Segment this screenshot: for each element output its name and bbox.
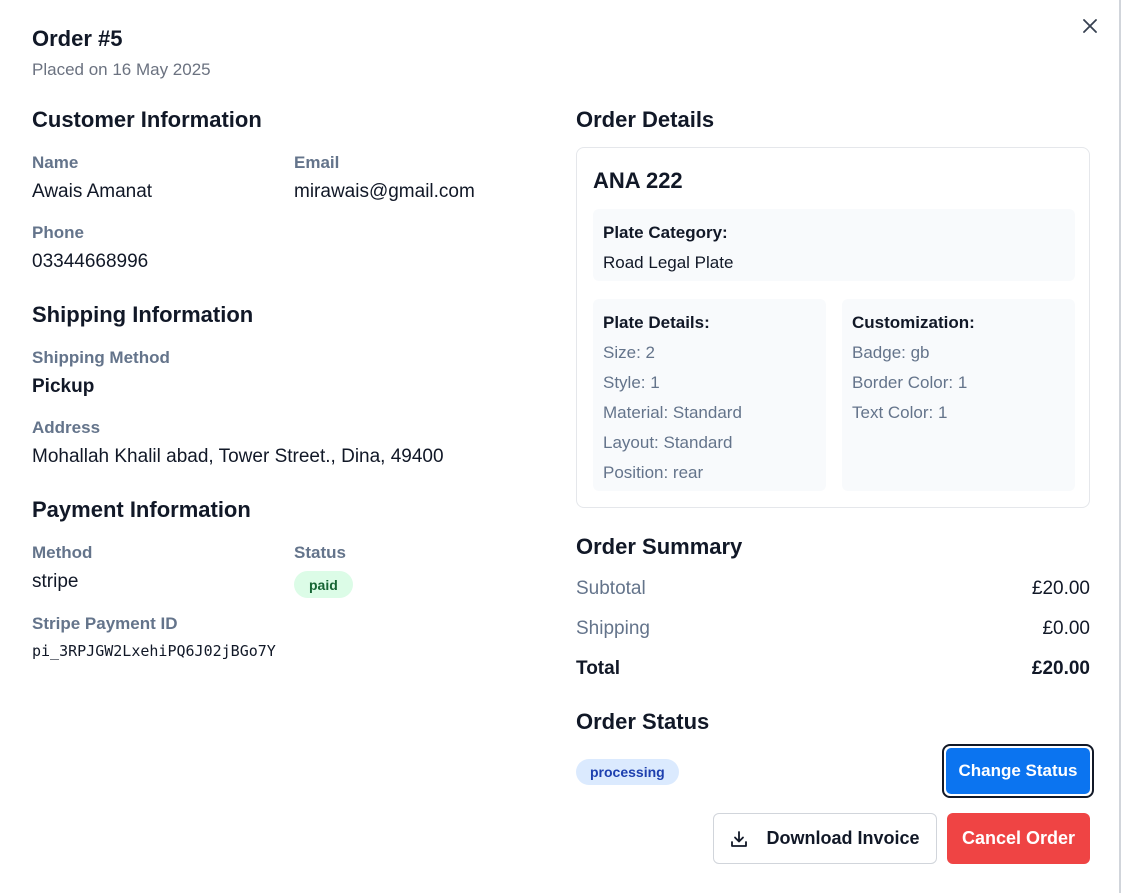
shipping-row: Shipping £0.00 xyxy=(576,618,1090,640)
customization-text-color: Text Color: 1 xyxy=(852,403,948,422)
placed-date: Placed on 16 May 2025 xyxy=(32,60,211,79)
shipping-address: Mohallah Khalil abad, Tower Street., Din… xyxy=(32,446,444,467)
plate-detail-position: Position: rear xyxy=(603,463,704,482)
payment-method-label: Method xyxy=(32,543,93,562)
shipping-method-label: Shipping Method xyxy=(32,348,170,367)
order-summary-section-title: Order Summary xyxy=(576,534,743,559)
change-status-button[interactable]: Change Status xyxy=(942,744,1094,798)
subtotal-label: Subtotal xyxy=(576,578,646,599)
phone-label: Phone xyxy=(32,223,84,242)
plate-detail-size: Size: 2 xyxy=(603,343,655,362)
plate-category-panel: Plate Category: Road Legal Plate xyxy=(593,209,1075,281)
order-status-badge: processing xyxy=(576,759,679,785)
customer-section-title: Customer Information xyxy=(32,107,262,132)
plate-detail-material: Material: Standard xyxy=(603,403,742,422)
plate-details-label: Plate Details: xyxy=(603,313,710,332)
total-label: Total xyxy=(576,658,620,679)
payment-section-title: Payment Information xyxy=(32,497,251,522)
customization-badge: Badge: gb xyxy=(852,343,930,362)
modal-title: Order #5 xyxy=(32,26,123,51)
total-value: £20.00 xyxy=(1031,658,1090,679)
shipping-method: Pickup xyxy=(32,376,95,397)
payment-status-label: Status xyxy=(294,543,346,562)
plate-text: ANA 222 xyxy=(593,168,683,193)
payment-method: stripe xyxy=(32,571,79,592)
customization-panel: Customization: Badge: gb Border Color: 1… xyxy=(842,299,1075,491)
plate-category-label: Plate Category: xyxy=(603,223,728,242)
shipping-value: £0.00 xyxy=(1042,618,1090,639)
shipping-label: Shipping xyxy=(576,618,650,639)
plate-category-value: Road Legal Plate xyxy=(603,253,734,272)
subtotal-row: Subtotal £20.00 xyxy=(576,578,1090,600)
address-label: Address xyxy=(32,418,101,437)
shipping-section-title: Shipping Information xyxy=(32,302,254,327)
download-icon xyxy=(731,830,748,847)
customization-border-color: Border Color: 1 xyxy=(852,373,968,392)
plate-detail-layout: Layout: Standard xyxy=(603,433,733,452)
stripe-payment-id: pi_3RPJGW2LxehiPQ6J02jBGo7Y xyxy=(32,642,276,660)
close-button[interactable] xyxy=(1078,14,1102,38)
order-status-section-title: Order Status xyxy=(576,709,710,734)
total-row: Total £20.00 xyxy=(576,658,1090,680)
customer-phone: 03344668996 xyxy=(32,251,149,272)
plate-details-panel: Plate Details: Size: 2 Style: 1 Material… xyxy=(593,299,826,491)
name-label: Name xyxy=(32,153,79,172)
customer-email: mirawais@gmail.com xyxy=(294,181,475,202)
download-invoice-button[interactable]: Download Invoice xyxy=(713,813,937,864)
subtotal-value: £20.00 xyxy=(1031,578,1090,599)
email-label: Email xyxy=(294,153,340,172)
order-modal: Order #5 Placed on 16 May 2025 Customer … xyxy=(0,0,1121,893)
order-details-section-title: Order Details xyxy=(576,107,715,132)
download-invoice-label: Download Invoice xyxy=(766,828,920,848)
customer-name: Awais Amanat xyxy=(32,181,153,202)
payment-status-badge: paid xyxy=(294,571,353,598)
plate-detail-style: Style: 1 xyxy=(603,373,660,392)
change-status-label: Change Status xyxy=(946,748,1090,794)
stripe-id-label: Stripe Payment ID xyxy=(32,614,178,633)
plate-card: ANA 222 Plate Category: Road Legal Plate… xyxy=(576,147,1090,508)
customization-label: Customization: xyxy=(852,313,975,332)
cancel-order-button[interactable]: Cancel Order xyxy=(947,813,1090,864)
close-icon xyxy=(1083,19,1097,33)
